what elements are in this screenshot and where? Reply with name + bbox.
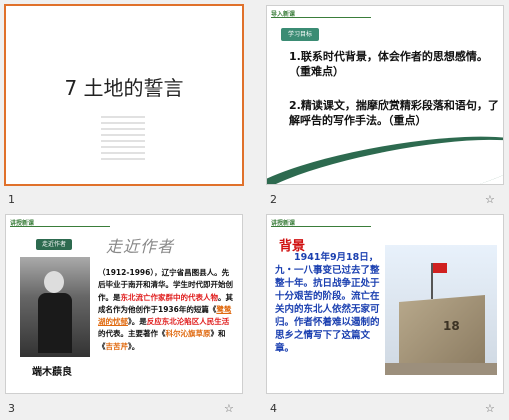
learning-goal-label: 学习目标 <box>281 28 319 41</box>
decorative-stripes <box>101 116 145 162</box>
flag-icon <box>433 263 447 273</box>
slide-thumbnail-4[interactable]: 讲授新课 背景 1941年9月18日，九・一八事变已过去了整整十年。抗日战争正处… <box>267 215 503 393</box>
slide-number-3: 3 <box>8 402 15 415</box>
monument-photo: 18 <box>385 245 497 375</box>
monument <box>399 295 485 365</box>
monument-number: 18 <box>443 319 460 333</box>
photo-body <box>38 293 72 353</box>
star-icon[interactable]: ☆ <box>485 402 495 415</box>
photo-head <box>44 271 64 293</box>
ground <box>385 363 497 375</box>
author-photo <box>20 257 90 357</box>
star-icon[interactable]: ☆ <box>485 193 495 206</box>
slide-thumbnail-3[interactable]: 讲授新课 走近作者 走近作者 端木蕻良 （1912-1996），辽宁省昌图县人。… <box>6 215 242 393</box>
slide-number-1: 1 <box>8 193 15 206</box>
goal-point-2: 2.精读课文，揣摩欣赏精彩段落和语句，了解呼告的写作手法。（重点） <box>289 99 499 127</box>
section-underline <box>271 226 371 227</box>
slide-number-2: 2 <box>270 193 277 206</box>
decorative-wave-mask <box>267 123 503 184</box>
slide-number-4: 4 <box>270 402 277 415</box>
slide-thumbnail-1[interactable]: 7 土地的誓言 <box>6 6 242 184</box>
photo-caption: 端木蕻良 <box>32 367 72 378</box>
section-underline <box>271 17 371 18</box>
author-label: 走近作者 <box>36 239 72 250</box>
background-text: 1941年9月18日，九・一八事变已过去了整整十年。抗日战争正处于十分艰苦的阶段… <box>275 252 380 354</box>
slide-title: 7 土地的誓言 <box>64 76 184 100</box>
goal-point-1: 1.联系时代背景，体会作者的思想感情。（重难点） <box>289 50 488 78</box>
star-icon[interactable]: ☆ <box>224 402 234 415</box>
author-bio: （1912-1996），辽宁省昌图县人。先后毕业于南开和清华。学生时代即开始创作… <box>98 268 233 351</box>
slide-thumbnail-2[interactable]: 导入新课 学习目标 1.联系时代背景，体会作者的思想感情。（重难点） 2.精读课… <box>267 6 503 184</box>
art-word-title: 走近作者 <box>106 237 175 256</box>
section-underline <box>10 226 110 227</box>
